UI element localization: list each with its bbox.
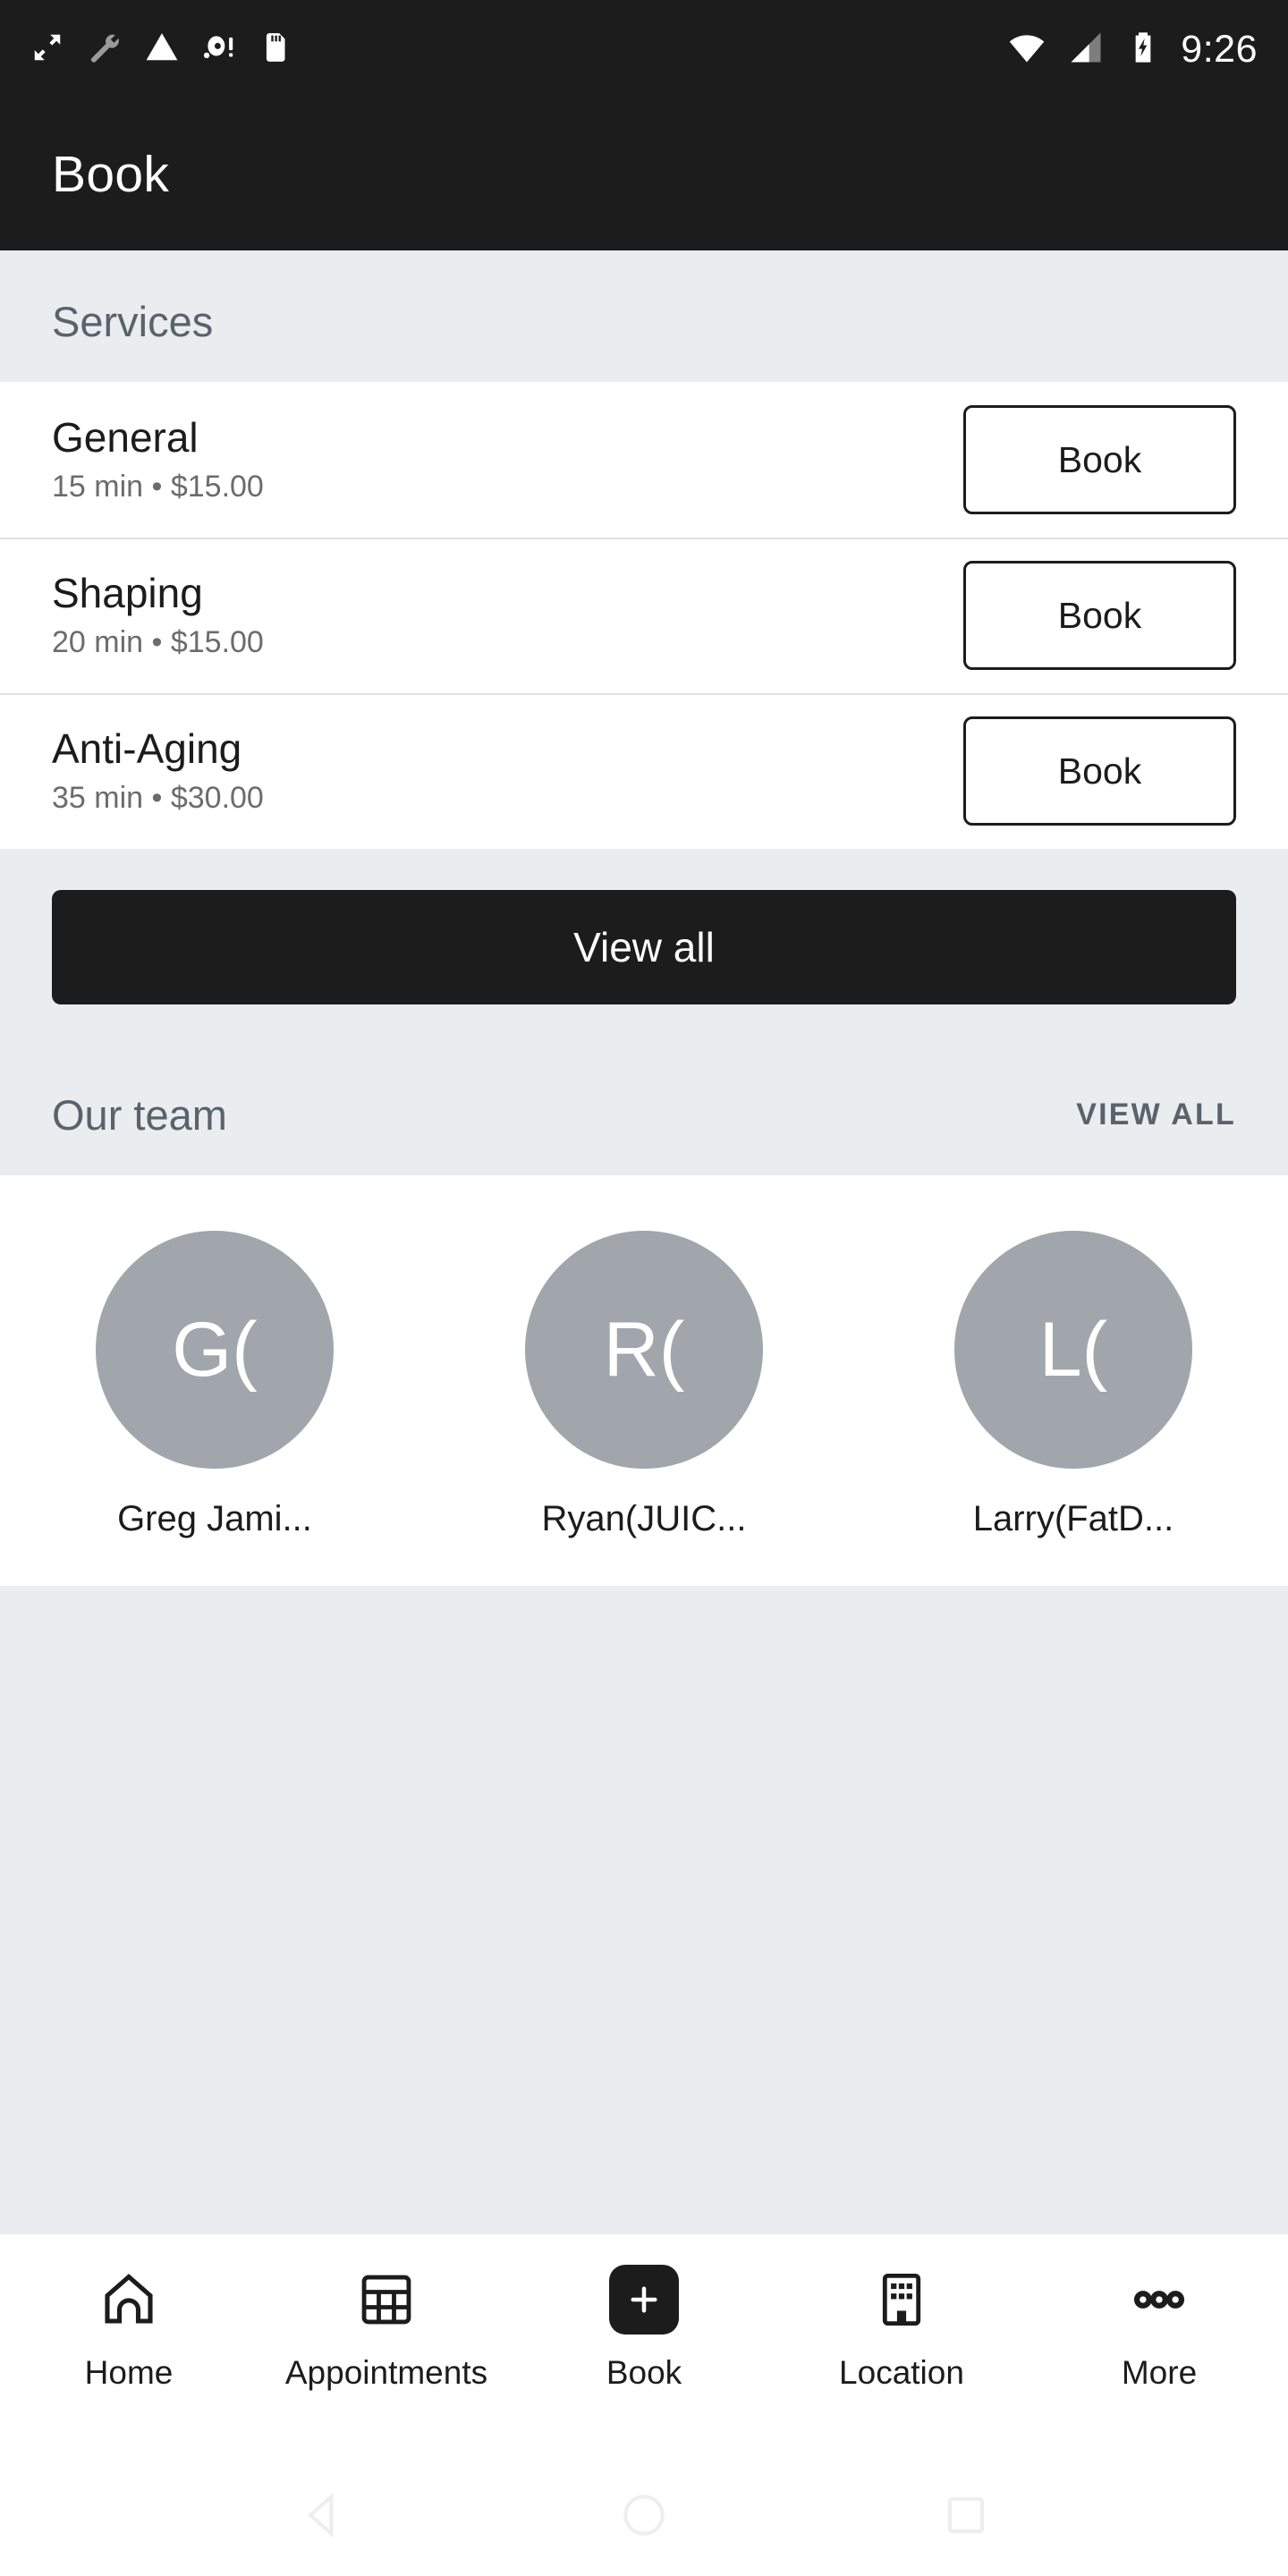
table-row[interactable]: General 15 min • $15.00 Book: [0, 382, 1288, 538]
sd-card-icon: [259, 30, 293, 69]
book-service-button[interactable]: Book: [963, 405, 1236, 514]
service-meta: 35 min • $30.00: [52, 781, 264, 816]
calendar-grid-icon: [356, 2265, 417, 2334]
avatar: G(: [95, 1231, 334, 1469]
service-info: Shaping 20 min • $15.00: [52, 572, 264, 659]
nav-item-appointments[interactable]: Appointments: [258, 2265, 515, 2392]
table-row[interactable]: Anti-Aging 35 min • $30.00 Book: [0, 693, 1288, 849]
avatar: R(: [524, 1231, 763, 1469]
team-member-name: Greg Jami...: [117, 1499, 312, 1538]
fullscreen-icon: [30, 30, 64, 69]
adb-bug-icon: [202, 30, 236, 69]
warning-triangle-icon: [145, 30, 179, 69]
services-section-header: Services: [0, 250, 1288, 382]
book-service-button[interactable]: Book: [963, 561, 1236, 670]
service-info: General 15 min • $15.00: [52, 416, 264, 504]
more-dots-icon: [1129, 2265, 1190, 2334]
bottom-navigation-bar: Home Appointments Book Location More: [0, 2233, 1288, 2458]
list-item[interactable]: G( Greg Jami...: [0, 1231, 429, 1539]
nav-label: Location: [839, 2354, 964, 2391]
team-member-name: Larry(FatD...: [972, 1499, 1174, 1538]
nav-label: Home: [84, 2354, 174, 2391]
status-bar-clock: 9:26: [1181, 27, 1258, 71]
nav-label: Book: [606, 2354, 682, 2391]
service-name: Shaping: [52, 570, 203, 616]
android-system-nav: [0, 2458, 1288, 2576]
view-all-services-button[interactable]: View all: [52, 890, 1236, 1004]
team-member-name: Ryan(JUIC...: [541, 1499, 747, 1538]
nav-item-more[interactable]: More: [1030, 2265, 1288, 2392]
service-name: Anti-Aging: [52, 725, 242, 772]
list-item[interactable]: R( Ryan(JUIC...: [429, 1231, 859, 1539]
avatar: L(: [953, 1231, 1192, 1469]
content-spacer: [0, 1586, 1288, 2233]
page-title: Book: [52, 146, 170, 203]
services-heading: Services: [52, 298, 214, 345]
back-key[interactable]: [294, 2487, 350, 2547]
plus-icon: [609, 2265, 679, 2334]
wrench-icon: [88, 30, 122, 69]
home-key[interactable]: [616, 2487, 672, 2547]
service-name: General: [52, 414, 199, 461]
services-list: General 15 min • $15.00 Book Shaping 20 …: [0, 382, 1288, 849]
wifi-icon: [1007, 28, 1046, 72]
nav-item-book[interactable]: Book: [515, 2265, 773, 2392]
book-fab[interactable]: [609, 2265, 679, 2334]
team-heading: Our team: [52, 1091, 227, 1139]
table-row[interactable]: Shaping 20 min • $15.00 Book: [0, 538, 1288, 693]
building-icon: [871, 2265, 932, 2334]
recents-key[interactable]: [938, 2487, 994, 2547]
team-section-header: Our team VIEW ALL: [0, 1044, 1288, 1175]
service-meta: 20 min • $15.00: [52, 625, 264, 660]
book-service-button[interactable]: Book: [963, 716, 1236, 826]
nav-label: Appointments: [284, 2354, 488, 2391]
nav-item-home[interactable]: Home: [0, 2265, 258, 2392]
home-icon: [97, 2265, 161, 2334]
status-bar-left-icons: [30, 30, 293, 69]
service-meta: 15 min • $15.00: [52, 470, 264, 504]
cellular-signal-icon: [1066, 28, 1106, 72]
app-bar: Book: [0, 98, 1288, 250]
nav-label: More: [1121, 2354, 1198, 2391]
battery-charging-icon: [1125, 30, 1161, 70]
team-view-all-link[interactable]: VIEW ALL: [1076, 1097, 1236, 1132]
phone-screen: 9:26 Book Services General 15 min • $15.…: [0, 0, 1288, 2576]
status-bar-right-icons: 9:26: [1007, 28, 1258, 72]
service-info: Anti-Aging 35 min • $30.00: [52, 727, 264, 815]
nav-item-location[interactable]: Location: [773, 2265, 1030, 2392]
status-bar: 9:26: [0, 0, 1288, 98]
view-all-services-container: View all: [0, 849, 1288, 1044]
team-members-list: G( Greg Jami... R( Ryan(JUIC... L( Larry…: [0, 1175, 1288, 1586]
list-item[interactable]: L( Larry(FatD...: [859, 1231, 1288, 1539]
